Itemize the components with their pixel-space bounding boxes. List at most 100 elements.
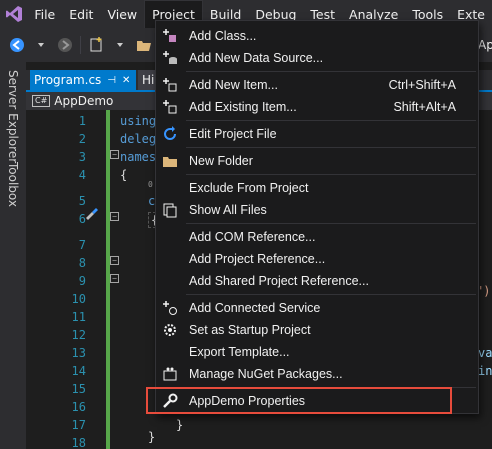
line-number: 14	[71, 364, 86, 378]
tab-label: Hi	[142, 73, 155, 87]
menu-separator	[186, 174, 476, 175]
menu-item-export-template[interactable]: Export Template...	[156, 341, 478, 363]
connected-service-icon	[162, 300, 178, 316]
menu-item-add-existing-item[interactable]: Add Existing Item... Shift+Alt+A	[156, 96, 478, 118]
menu-separator	[186, 71, 476, 72]
menu-separator	[186, 147, 476, 148]
menu-item-label: Add Connected Service	[189, 301, 321, 315]
nuget-icon	[162, 366, 178, 382]
visual-studio-logo-icon[interactable]	[0, 0, 27, 28]
menu-item-label: New Folder	[189, 154, 253, 168]
menu-edit[interactable]: Edit	[62, 0, 100, 28]
code-delegate: deleg	[120, 132, 157, 146]
line-number: 9	[78, 274, 86, 288]
project-dropdown[interactable]: AppDemo	[54, 94, 113, 108]
code-in: in	[478, 364, 492, 378]
menu-item-set-startup-project[interactable]: Set as Startup Project	[156, 319, 478, 341]
menu-item-add-new-item[interactable]: Add New Item... Ctrl+Shift+A	[156, 74, 478, 96]
code-var: va	[478, 346, 492, 360]
data-source-icon	[162, 50, 178, 66]
refresh-icon	[162, 126, 178, 142]
highlight-box	[146, 387, 452, 414]
menu-file[interactable]: File	[27, 0, 62, 28]
menu-item-add-shared-project-reference[interactable]: Add Shared Project Reference...	[156, 270, 478, 292]
line-number: 1	[78, 114, 86, 128]
new-project-icon[interactable]	[87, 36, 105, 54]
tab-label: Program.cs	[34, 73, 102, 87]
chevron-down-icon[interactable]	[32, 36, 50, 54]
menu-item-label: Add Project Reference...	[189, 252, 326, 266]
menu-item-label: Export Template...	[189, 345, 290, 359]
line-number: 15	[71, 382, 86, 396]
code-namespace: names	[120, 150, 157, 164]
fold-toggle[interactable]: −	[110, 212, 119, 221]
menu-item-add-data-source[interactable]: Add New Data Source...	[156, 47, 478, 69]
menu-item-new-folder[interactable]: New Folder	[156, 150, 478, 172]
menu-item-label: Exclude From Project	[189, 181, 309, 195]
menu-item-show-all-files[interactable]: Show All Files	[156, 199, 478, 221]
line-number: 12	[71, 328, 86, 342]
csharp-project-icon: C#	[32, 95, 51, 107]
code-brace: {	[120, 168, 128, 182]
paintbrush-icon[interactable]	[84, 206, 98, 223]
show-all-files-icon	[162, 202, 178, 218]
folder-icon	[162, 153, 178, 169]
tool-window-strip: Server Explorer Toolbox	[0, 62, 26, 449]
chevron-down-icon[interactable]	[111, 36, 129, 54]
code-using: using	[120, 114, 157, 128]
fold-toggle[interactable]: −	[110, 256, 119, 265]
existing-item-icon	[162, 99, 178, 115]
menu-item-label: Add Shared Project Reference...	[189, 274, 369, 288]
line-number: 3	[78, 150, 86, 164]
menu-item-label: Show All Files	[189, 203, 267, 217]
menu-item-add-project-reference[interactable]: Add Project Reference...	[156, 248, 478, 270]
server-explorer-tab[interactable]: Server Explorer	[6, 70, 20, 163]
tab-program-cs[interactable]: Program.cs ⊣ ✕	[30, 70, 136, 90]
fold-toggle[interactable]: −	[110, 274, 119, 283]
fold-toggle[interactable]: −	[110, 150, 119, 159]
code-references: 0	[148, 180, 153, 189]
menu-item-label: Add New Data Source...	[189, 51, 324, 65]
line-number: 18	[71, 436, 86, 449]
code-closing-brace: }	[176, 418, 184, 432]
menu-separator	[186, 294, 476, 295]
menu-item-label: Add Class...	[189, 29, 257, 43]
menu-item-add-com-reference[interactable]: Add COM Reference...	[156, 226, 478, 248]
menu-item-label: Edit Project File	[189, 127, 277, 141]
menu-item-label: Add Existing Item...	[189, 100, 297, 114]
toolbar-separator	[80, 36, 81, 54]
project-menu-dropdown: Add Class... Add New Data Source... Add …	[155, 20, 479, 414]
toolbar-app-label: Ap	[478, 38, 492, 52]
menu-item-add-class[interactable]: Add Class...	[156, 25, 478, 47]
code-closing-brace: }	[148, 430, 156, 444]
menu-item-shortcut: Ctrl+Shift+A	[388, 78, 456, 92]
line-number: 10	[71, 292, 86, 306]
menu-item-exclude-from-project[interactable]: Exclude From Project	[156, 177, 478, 199]
line-number: 17	[71, 418, 86, 432]
navigate-forward-icon[interactable]	[56, 36, 74, 54]
line-number: 2	[78, 132, 86, 146]
line-number: 11	[71, 310, 86, 324]
menu-item-add-connected-service[interactable]: Add Connected Service	[156, 297, 478, 319]
menu-item-label: Manage NuGet Packages...	[189, 367, 343, 381]
menu-item-manage-nuget[interactable]: Manage NuGet Packages...	[156, 363, 478, 385]
pin-icon[interactable]: ⊣	[107, 75, 116, 86]
add-class-icon	[162, 28, 178, 44]
close-icon[interactable]: ✕	[122, 75, 130, 86]
menu-item-shortcut: Shift+Alt+A	[393, 100, 456, 114]
menu-item-label: Add New Item...	[189, 78, 278, 92]
menu-view[interactable]: View	[100, 0, 144, 28]
menu-item-label: Add COM Reference...	[189, 230, 316, 244]
line-number: 6	[78, 212, 86, 226]
new-item-icon	[162, 77, 178, 93]
menu-separator	[186, 120, 476, 121]
gear-icon	[162, 322, 178, 338]
menu-item-edit-project-file[interactable]: Edit Project File	[156, 123, 478, 145]
menu-item-label: Set as Startup Project	[189, 323, 311, 337]
navigate-back-icon[interactable]	[8, 36, 26, 54]
open-folder-icon[interactable]	[135, 36, 153, 54]
line-number: 7	[78, 238, 86, 252]
line-number: 8	[78, 256, 86, 270]
toolbox-tab[interactable]: Toolbox	[6, 162, 20, 207]
line-number: 13	[71, 346, 86, 360]
